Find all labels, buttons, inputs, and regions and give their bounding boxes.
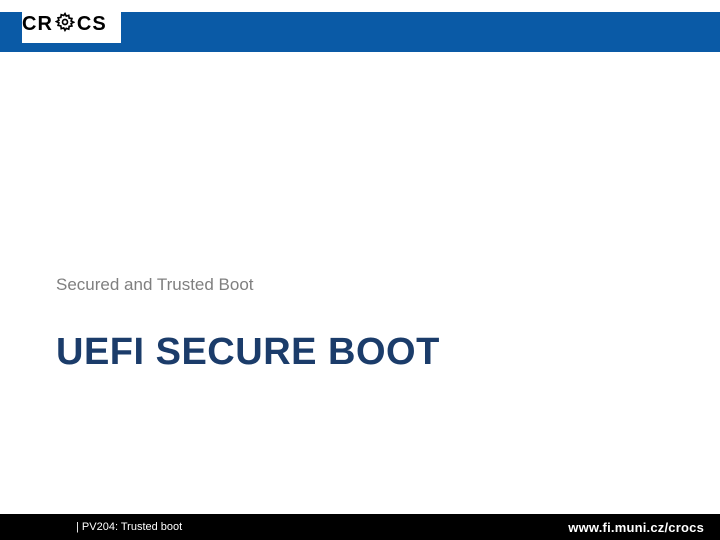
slide: CR CS Secured and Trusted Boot UEFI SECU… (0, 0, 720, 540)
logo-container: CR CS (22, 6, 121, 43)
crocs-logo: CR CS (22, 12, 107, 37)
content-area: Secured and Trusted Boot UEFI SECURE BOO… (56, 275, 680, 374)
header: CR CS (0, 0, 720, 62)
footer-course-label: | PV204: Trusted boot (76, 521, 182, 533)
page-title: UEFI SECURE BOOT (56, 331, 680, 374)
gear-icon (55, 12, 75, 37)
footer-url: www.fi.muni.cz/crocs (568, 520, 704, 535)
logo-text-left: CR (22, 13, 53, 36)
section-kicker: Secured and Trusted Boot (56, 275, 680, 295)
logo-text-right: CS (77, 13, 107, 36)
footer: | PV204: Trusted boot www.fi.muni.cz/cro… (0, 514, 720, 540)
